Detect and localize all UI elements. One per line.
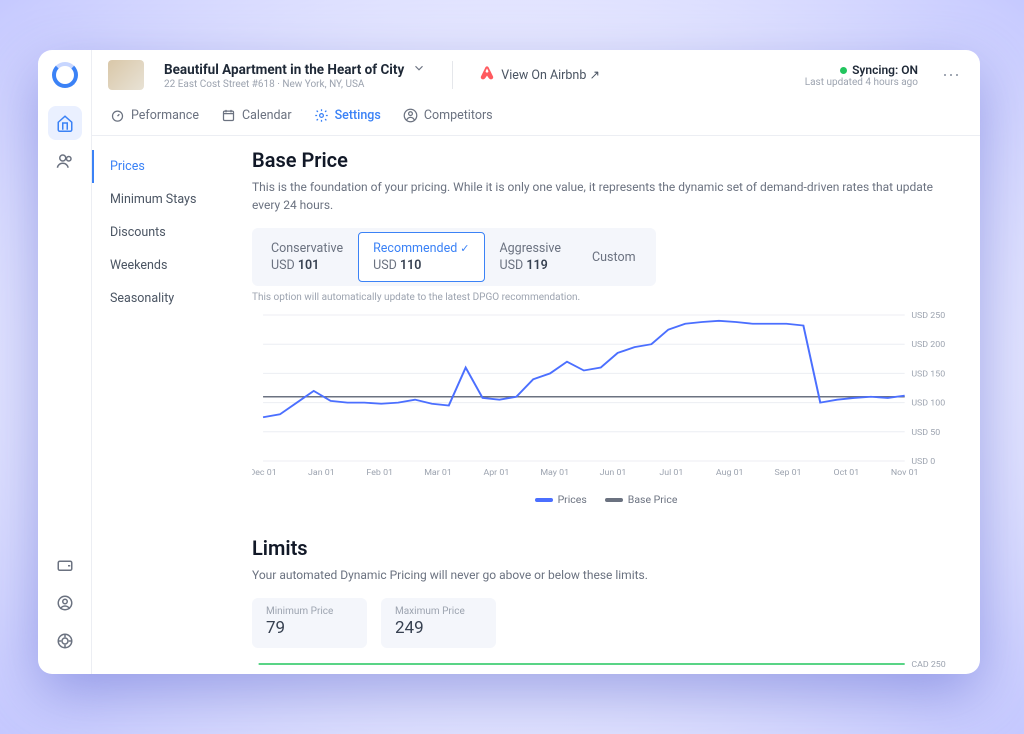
listing-subtitle: 22 East Cost Street #618 · New York, NY,… xyxy=(164,79,426,90)
sidenav-minstays[interactable]: Minimum Stays xyxy=(92,183,242,216)
nav-help-icon[interactable] xyxy=(48,624,82,658)
sidenav-prices[interactable]: Prices xyxy=(92,150,242,183)
limits-desc: Your automated Dynamic Pricing will neve… xyxy=(252,566,960,584)
nav-wallet-icon[interactable] xyxy=(48,548,82,582)
body: Prices Minimum Stays Discounts Weekends … xyxy=(92,136,980,674)
svg-text:USD 0: USD 0 xyxy=(911,457,935,466)
calendar-icon xyxy=(221,108,236,123)
tab-performance[interactable]: Peformance xyxy=(110,104,199,127)
main-area: Beautiful Apartment in the Heart of City… xyxy=(92,50,980,674)
left-rail xyxy=(38,50,92,674)
sidenav-discounts[interactable]: Discounts xyxy=(92,216,242,249)
tab-calendar[interactable]: Calendar xyxy=(221,104,292,127)
listing-thumbnail xyxy=(108,60,144,90)
limits-title: Limits xyxy=(252,536,960,560)
svg-text:USD 100: USD 100 xyxy=(911,399,945,408)
max-price-card[interactable]: Maximum Price 249 xyxy=(381,598,496,648)
svg-text:Dec 01: Dec 01 xyxy=(252,468,277,477)
limits-chart: CAD 250 xyxy=(252,656,960,674)
svg-text:Jul 01: Jul 01 xyxy=(659,468,683,477)
speedometer-icon xyxy=(110,108,125,123)
svg-text:Jun 01: Jun 01 xyxy=(600,468,627,477)
check-icon: ✓ xyxy=(460,242,469,255)
sidenav-weekends[interactable]: Weekends xyxy=(92,249,242,282)
tab-settings[interactable]: Settings xyxy=(314,104,381,127)
gear-icon xyxy=(314,108,329,123)
svg-text:USD 50: USD 50 xyxy=(911,428,940,437)
settings-sidenav: Prices Minimum Stays Discounts Weekends … xyxy=(92,136,242,674)
svg-text:May 01: May 01 xyxy=(540,468,569,477)
chevron-down-icon[interactable] xyxy=(412,60,426,79)
more-menu-icon[interactable]: ⋯ xyxy=(938,65,964,86)
divider xyxy=(452,61,453,89)
limits-row: Minimum Price 79 Maximum Price 249 xyxy=(252,598,960,648)
app-window: Beautiful Apartment in the Heart of City… xyxy=(38,50,980,674)
option-custom[interactable]: Custom xyxy=(576,242,652,273)
content: Base Price This is the foundation of you… xyxy=(242,136,980,674)
tab-competitors[interactable]: Competitors xyxy=(403,104,493,127)
topbar: Beautiful Apartment in the Heart of City… xyxy=(92,50,980,96)
svg-text:Sep 01: Sep 01 xyxy=(775,468,802,477)
view-airbnb-link[interactable]: View On Airbnb ↗ xyxy=(479,65,600,85)
airbnb-icon xyxy=(479,65,495,85)
app-logo-icon xyxy=(52,62,78,88)
target-user-icon xyxy=(403,108,418,123)
option-conservative[interactable]: Conservative USD 101 xyxy=(256,232,358,282)
nav-profile-icon[interactable] xyxy=(48,586,82,620)
listing-title[interactable]: Beautiful Apartment in the Heart of City xyxy=(164,62,404,78)
min-price-card[interactable]: Minimum Price 79 xyxy=(252,598,367,648)
nav-home-icon[interactable] xyxy=(48,106,82,140)
chart-legend: Prices Base Price xyxy=(252,493,960,506)
svg-text:Mar 01: Mar 01 xyxy=(424,468,452,477)
nav-users-icon[interactable] xyxy=(48,144,82,178)
tabs: Peformance Calendar Settings Competitors xyxy=(92,96,980,136)
airbnb-link-label: View On Airbnb ↗ xyxy=(501,67,600,83)
sync-updated-text: Last updated 4 hours ago xyxy=(805,77,918,88)
sidenav-seasonality[interactable]: Seasonality xyxy=(92,282,242,315)
option-recommended[interactable]: Recommended✓ USD 110 xyxy=(358,232,484,282)
base-price-desc: This is the foundation of your pricing. … xyxy=(252,178,960,214)
option-aggressive[interactable]: Aggressive USD 119 xyxy=(485,232,577,282)
svg-text:USD 200: USD 200 xyxy=(911,341,945,350)
svg-text:Feb 01: Feb 01 xyxy=(366,468,393,477)
sync-status-text: Syncing: ON xyxy=(805,63,918,77)
base-price-title: Base Price xyxy=(252,148,960,172)
svg-text:Oct 01: Oct 01 xyxy=(833,468,859,477)
price-options: Conservative USD 101 Recommended✓ USD 11… xyxy=(252,228,656,286)
sync-status: Syncing: ON Last updated 4 hours ago xyxy=(805,63,918,88)
svg-text:CAD 250: CAD 250 xyxy=(911,660,946,669)
price-chart: USD 250 USD 200 USD 150 USD 100 USD 50 USD 0 D… xyxy=(252,311,960,491)
svg-text:Nov 01: Nov 01 xyxy=(891,468,919,477)
option-note: This option will automatically update to… xyxy=(252,292,960,303)
svg-text:Aug 01: Aug 01 xyxy=(716,468,744,477)
svg-text:USD 250: USD 250 xyxy=(911,311,945,320)
svg-text:Jan 01: Jan 01 xyxy=(308,468,335,477)
svg-text:USD 150: USD 150 xyxy=(911,370,945,379)
svg-text:Apr 01: Apr 01 xyxy=(483,468,509,477)
